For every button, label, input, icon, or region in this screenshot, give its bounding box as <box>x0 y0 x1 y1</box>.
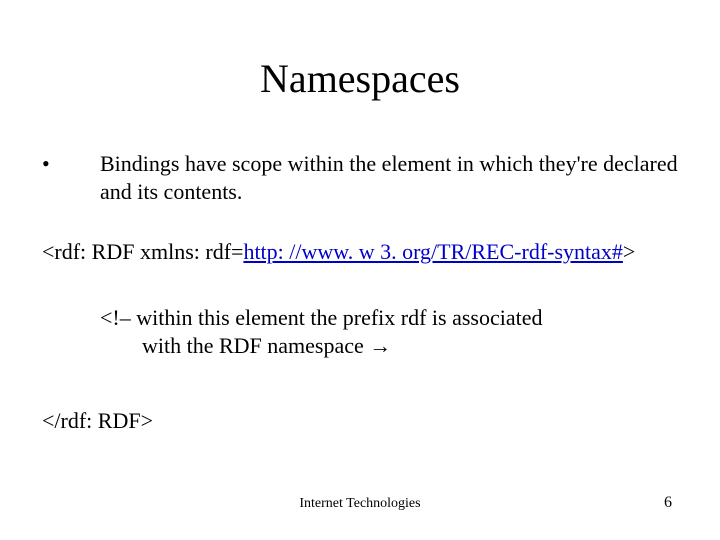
slide: Namespaces • Bindings have scope within … <box>0 0 720 540</box>
namespace-url-link[interactable]: http: //www. w 3. org/TR/REC-rdf-syntax# <box>243 239 622 264</box>
code-open-suffix: > <box>623 239 635 264</box>
page-number: 6 <box>664 494 672 512</box>
code-comment-line-1: <!– within this element the prefix rdf i… <box>100 304 660 332</box>
bullet-item: • Bindings have scope within the element… <box>42 150 680 205</box>
slide-title: Namespaces <box>0 55 720 102</box>
code-comment: <!– within this element the prefix rdf i… <box>100 304 660 359</box>
code-close-tag: </rdf: RDF> <box>42 408 153 434</box>
code-comment-line-2: with the RDF namespace → <box>100 332 660 360</box>
bullet-mark: • <box>42 150 100 205</box>
code-open-prefix: <rdf: RDF xmlns: rdf= <box>42 239 243 264</box>
bullet-text: Bindings have scope within the element i… <box>100 150 680 205</box>
footer-label: Internet Technologies <box>0 496 720 512</box>
code-open-tag: <rdf: RDF xmlns: rdf=http: //www. w 3. o… <box>42 239 680 265</box>
